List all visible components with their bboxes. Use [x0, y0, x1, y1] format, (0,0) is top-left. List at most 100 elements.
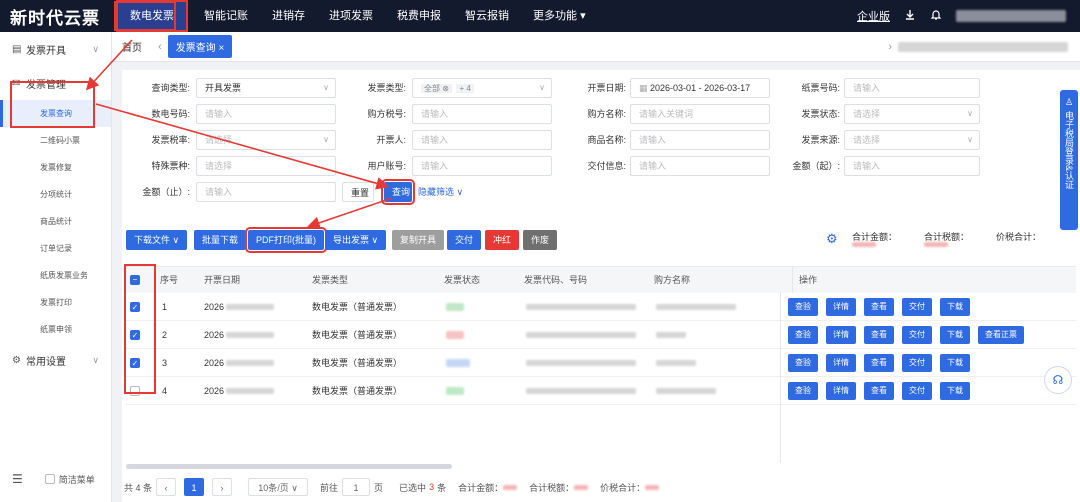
invoice-status-select[interactable]: 请选择 ∨	[844, 104, 980, 124]
op-detail-button[interactable]: 详情	[826, 298, 856, 316]
export-button[interactable]: 导出发票 ∨	[325, 230, 387, 250]
label-buyer-name: 购方名称:	[587, 109, 626, 119]
issuer-input[interactable]: 请输入	[412, 130, 552, 150]
sidebar-item-invoice-print[interactable]: 发票打印	[0, 289, 111, 316]
header-code: 发票代码、号码	[524, 275, 588, 285]
op-verify-button[interactable]: 查验	[788, 298, 818, 316]
header-date: 开票日期	[204, 275, 241, 285]
nav-item-more[interactable]: 更多功能 ▾	[521, 0, 598, 32]
sidebar-item-qr-receipt[interactable]: 二维码小票	[0, 127, 111, 154]
invoice-type-select[interactable]: 全部 ⊗ + 4 ∨	[412, 78, 552, 98]
gear-icon[interactable]: ⚙	[826, 231, 838, 247]
op-download-button[interactable]: 下载	[940, 354, 970, 372]
footer-total-tax-blurred	[574, 484, 589, 490]
download-file-button[interactable]: 下载文件 ∨	[126, 230, 188, 250]
e-tax-login-tab[interactable]: ♙ 电子税局登录&认证	[1060, 90, 1078, 230]
download-icon[interactable]	[904, 9, 916, 24]
main-nav: 数电发票 智能记账 进销存 进项发票 税费申报 智云报销 更多功能 ▾	[112, 0, 598, 32]
goto-page-input[interactable]: 1	[342, 478, 371, 496]
op-view-button[interactable]: 查看	[864, 326, 894, 344]
query-type-select[interactable]: 开具发票 ∨	[196, 78, 336, 98]
table-horizontal-scrollbar[interactable]	[126, 464, 452, 469]
nav-item-tax-filing[interactable]: 税费申报	[385, 0, 453, 32]
row-date: 2026	[204, 386, 225, 396]
row-code-blurred	[526, 388, 636, 394]
tab-invoice-query[interactable]: 发票查询 ×	[167, 35, 233, 58]
pdf-print-button[interactable]: PDF打印(批量)	[245, 227, 327, 253]
nav-item-input-invoice[interactable]: 进项发票	[317, 0, 385, 32]
op-deliver-button[interactable]: 交付	[902, 354, 932, 372]
op-deliver-button[interactable]: 交付	[902, 326, 932, 344]
op-detail-button[interactable]: 详情	[826, 382, 856, 400]
next-page-button[interactable]: ›	[212, 478, 233, 496]
sidebar-group-label: 常用设置	[26, 356, 66, 368]
page-size-select[interactable]: 10条/页 ∨	[248, 478, 309, 496]
menu-collapse-icon[interactable]: ☰	[12, 472, 23, 486]
tab-home[interactable]: 首页	[112, 39, 152, 54]
buyer-tax-input[interactable]: 请输入	[412, 104, 552, 124]
delivery-input[interactable]: 请输入	[630, 156, 770, 176]
tax-rate-select[interactable]: 请选择 ∨	[196, 130, 336, 150]
buyer-name-input[interactable]: 请输入关键词	[630, 104, 770, 124]
nav-item-expense[interactable]: 智云报销	[453, 0, 521, 32]
nav-item-bookkeeping[interactable]: 智能记账	[192, 0, 260, 32]
op-verify-button[interactable]: 查验	[788, 354, 818, 372]
sidebar-group-invoice-issue[interactable]: ▤ 发票开具 ∨	[0, 32, 111, 66]
op-view-original-button[interactable]: 查看正票	[978, 326, 1024, 344]
sidebar-item-paper-apply[interactable]: 纸票申领	[0, 316, 111, 343]
chevron-left-icon[interactable]: ‹	[152, 41, 168, 53]
op-download-button[interactable]: 下载	[940, 298, 970, 316]
op-deliver-button[interactable]: 交付	[902, 382, 932, 400]
special-select[interactable]: 请选择	[196, 156, 336, 176]
sidebar-group-settings[interactable]: ⚙ 常用设置 ∨	[0, 343, 111, 377]
batch-download-button[interactable]: 批量下载	[194, 230, 247, 250]
reset-button[interactable]: 重置	[342, 182, 374, 202]
sidebar-item-item-stats[interactable]: 分项统计	[0, 181, 111, 208]
edition-link[interactable]: 企业版	[857, 8, 890, 24]
search-button[interactable]: 查询	[381, 179, 415, 205]
page-number[interactable]: 1	[184, 478, 205, 496]
label-delivery: 交付信息:	[587, 161, 626, 171]
amount-to-input[interactable]: 请输入	[196, 182, 336, 202]
paper-no-input[interactable]: 请输入	[844, 78, 980, 98]
bell-icon[interactable]	[930, 9, 942, 24]
deliver-button[interactable]: 交付	[447, 230, 482, 250]
void-button[interactable]: 作废	[523, 230, 558, 250]
op-download-button[interactable]: 下载	[940, 382, 970, 400]
user-account-input[interactable]: 请输入	[412, 156, 552, 176]
close-icon[interactable]: ×	[218, 43, 224, 54]
headset-icon[interactable]: ☊	[1044, 366, 1072, 394]
op-view-button[interactable]: 查看	[864, 354, 894, 372]
nav-item-inventory[interactable]: 进销存	[260, 0, 317, 32]
invoice-source-select[interactable]: 请选择 ∨	[844, 130, 980, 150]
user-info-blurred[interactable]	[956, 10, 1066, 22]
goods-name-input[interactable]: 请输入	[630, 130, 770, 150]
op-detail-button[interactable]: 详情	[826, 354, 856, 372]
op-detail-button[interactable]: 详情	[826, 326, 856, 344]
sidebar-item-order-records[interactable]: 订单记录	[0, 235, 111, 262]
hide-filter-link[interactable]: 隐藏筛选 ∨	[418, 182, 463, 202]
digital-no-input[interactable]: 请输入	[196, 104, 336, 124]
prev-page-button[interactable]: ‹	[156, 478, 177, 496]
op-view-button[interactable]: 查看	[864, 382, 894, 400]
hide-filter-label: 隐藏筛选	[418, 187, 455, 197]
issue-date-value: 2026-03-01 - 2026-03-17	[650, 83, 751, 93]
table-row: 4 2026 数电发票（普通发票） 查验 详情 查看 交付 下载	[126, 377, 1076, 405]
issue-date-range[interactable]: ▦ 2026-03-01 - 2026-03-17	[630, 78, 770, 98]
amount-from-input[interactable]: 请输入	[844, 156, 980, 176]
calendar-icon: ▦	[639, 83, 648, 93]
total-price-tax-label: 价税合计：	[996, 232, 1042, 242]
simple-menu-checkbox[interactable]	[44, 474, 55, 484]
copy-issue-button[interactable]: 复制开具	[392, 230, 445, 250]
op-download-button[interactable]: 下载	[940, 326, 970, 344]
chevron-right-icon[interactable]: ›	[882, 41, 898, 53]
op-deliver-button[interactable]: 交付	[902, 298, 932, 316]
op-verify-button[interactable]: 查验	[788, 326, 818, 344]
sidebar-item-invoice-repair[interactable]: 发票修复	[0, 154, 111, 181]
label-issue-date: 开票日期:	[587, 83, 626, 93]
sidebar-item-paper-business[interactable]: 纸质发票业务	[0, 262, 111, 289]
red-invoice-button[interactable]: 冲红	[485, 230, 520, 250]
op-verify-button[interactable]: 查验	[788, 382, 818, 400]
sidebar-item-goods-stats[interactable]: 商品统计	[0, 208, 111, 235]
op-view-button[interactable]: 查看	[864, 298, 894, 316]
